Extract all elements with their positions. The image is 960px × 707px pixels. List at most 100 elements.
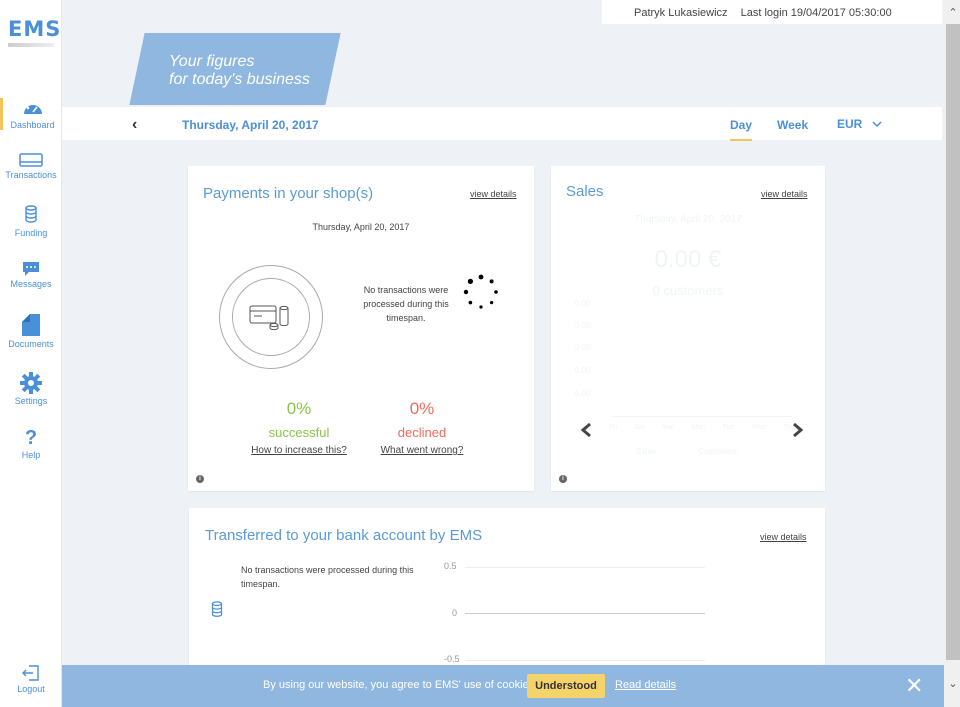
- chevron-left-icon[interactable]: [579, 422, 593, 438]
- sales-x-tick: Sun: [662, 424, 675, 431]
- payments-no-transactions: No transactions were processed during th…: [363, 285, 449, 323]
- chevron-right-icon[interactable]: [791, 422, 805, 438]
- sidebar-item-label: Transactions: [5, 170, 57, 180]
- document-icon: [22, 314, 40, 336]
- what-went-wrong-link[interactable]: What went wrong?: [362, 445, 482, 456]
- sales-y-tick: 0.00: [575, 343, 591, 352]
- sidebar-item-messages[interactable]: Messages: [0, 261, 62, 289]
- info-icon[interactable]: i: [559, 475, 567, 483]
- sales-x-tick: Fri: [609, 424, 618, 431]
- sales-x-ticks: Fri Sat Sun Mon Tue Wed Thu: [609, 424, 795, 431]
- sales-y-tick: 0.00: [575, 366, 591, 375]
- transfer-y-tick: -0.5: [444, 654, 460, 664]
- payments-title: Payments in your shop(s): [203, 185, 374, 202]
- logo-tagline: [8, 43, 54, 47]
- currency-select[interactable]: EUR: [837, 117, 882, 131]
- transfer-y-tick: 0: [452, 608, 458, 618]
- cookie-banner: By using our website, you agree to EMS' …: [62, 665, 944, 707]
- card-coins-icon: [249, 305, 289, 331]
- current-date[interactable]: Thursday, April 20, 2017: [182, 118, 319, 132]
- transfer-gridline: [465, 567, 705, 568]
- increase-success-link[interactable]: How to increase this?: [239, 445, 359, 456]
- help-icon: ?: [24, 427, 38, 449]
- transfer-view-details-link[interactable]: view details: [760, 532, 807, 542]
- payments-view-details-link[interactable]: view details: [470, 189, 517, 199]
- scroll-up-icon[interactable]: ⌃: [946, 6, 960, 22]
- gear-icon: [20, 372, 42, 394]
- transfer-no-transactions: No transactions were processed during th…: [241, 565, 414, 589]
- logo-text: EMS: [8, 17, 62, 41]
- payments-card: Payments in your shop(s) view details Th…: [188, 166, 534, 491]
- declined-percent: 0%: [409, 399, 435, 418]
- transfer-y-tick: 0.5: [444, 561, 457, 571]
- sales-y-tick: 0.00: [575, 389, 591, 398]
- sales-x-tick: Wed: [751, 424, 766, 431]
- previous-date-button[interactable]: ‹: [132, 116, 137, 134]
- sidebar-item-label: Messages: [10, 279, 52, 289]
- banner-line-1: Your figures: [169, 53, 255, 70]
- scroll-down-icon[interactable]: ⌄: [946, 677, 960, 693]
- transfer-gridline: [465, 660, 705, 661]
- sales-x-tick: Mon: [691, 424, 706, 431]
- user-bar: Patryk Lukasiewicz Last login 19/04/2017…: [602, 0, 942, 24]
- sidebar-item-label: Dashboard: [10, 120, 55, 130]
- sales-y-tick: 0.00: [575, 321, 591, 330]
- scroll-thumb[interactable]: [946, 24, 960, 660]
- sales-date: Thursday, April 20, 2017: [634, 214, 742, 225]
- sales-legend: Sales Customers: [636, 447, 737, 456]
- success-percent: 0%: [286, 399, 312, 418]
- loading-spinner-icon: [463, 274, 498, 309]
- close-icon[interactable]: ✕: [905, 673, 923, 699]
- user-name[interactable]: Patryk Lukasiewicz: [634, 7, 728, 19]
- sales-card: Sales view details Thursday, April 20, 2…: [551, 166, 825, 491]
- payments-ring-chart: [219, 265, 323, 369]
- logout-label: Logout: [17, 684, 45, 694]
- sales-x-axis: [611, 416, 791, 417]
- sidebar-item-label: Settings: [14, 396, 48, 406]
- sidebar-item-transactions[interactable]: Transactions: [0, 152, 62, 180]
- banner-tagline: Your figures for today's business: [169, 53, 310, 89]
- sales-x-tick: Tue: [722, 424, 735, 431]
- logout-button[interactable]: Logout: [0, 664, 62, 694]
- legend-customers: Customers: [698, 447, 737, 456]
- understood-button[interactable]: Understood: [527, 674, 605, 698]
- transfer-title: Transferred to your bank account by EMS: [205, 527, 483, 544]
- sidebar-item-label: Funding: [14, 228, 48, 238]
- sidebar-item-label: Documents: [8, 339, 54, 349]
- banner-line-2: for today's business: [169, 71, 310, 88]
- sales-title: Sales: [566, 183, 604, 200]
- sales-x-tick: Sat: [634, 424, 645, 431]
- read-details-link[interactable]: Read details: [615, 679, 676, 691]
- sidebar-item-settings[interactable]: Settings: [0, 372, 62, 406]
- date-bar: ‹ Thursday, April 20, 2017 Day Week EUR: [62, 107, 942, 141]
- currency-value: EUR: [837, 117, 863, 131]
- sidebar-item-help[interactable]: ? Help: [0, 428, 62, 460]
- info-icon[interactable]: i: [196, 475, 204, 483]
- tab-day[interactable]: Day: [730, 118, 753, 141]
- sales-y-tick: 0.00: [575, 299, 591, 308]
- sidebar-item-funding[interactable]: Funding: [0, 204, 62, 238]
- card-icon: [19, 153, 43, 167]
- sidebar-item-label: Help: [21, 450, 41, 460]
- sales-customers: 0 customers: [652, 283, 724, 298]
- scrollbar[interactable]: ⌃ ⌄: [944, 0, 960, 707]
- payments-ring-inner: [232, 278, 310, 356]
- message-icon: [23, 262, 39, 276]
- success-label: successful: [268, 425, 330, 440]
- coins-icon: [25, 205, 37, 223]
- tab-week[interactable]: Week: [777, 118, 808, 132]
- transfer-card: Transferred to your bank account by EMS …: [189, 508, 825, 665]
- sales-view-details-link[interactable]: view details: [761, 189, 808, 199]
- sidebar-item-documents[interactable]: Documents: [0, 313, 62, 349]
- last-login: Last login 19/04/2017 05:30:00: [740, 7, 892, 19]
- payments-date: Thursday, April 20, 2017: [312, 222, 410, 232]
- dashboard-gauge-icon: [23, 101, 42, 114]
- ems-logo[interactable]: EMS: [8, 17, 62, 47]
- sidebar: EMS Dashboard Transactions Funding Messa…: [0, 0, 62, 707]
- sidebar-item-dashboard[interactable]: Dashboard: [0, 98, 62, 130]
- sales-amount: 0.00 €: [654, 246, 722, 273]
- declined-label: declined: [397, 425, 447, 440]
- chevron-down-icon: [872, 121, 882, 128]
- logout-icon: [22, 665, 39, 681]
- coins-icon: [211, 601, 223, 617]
